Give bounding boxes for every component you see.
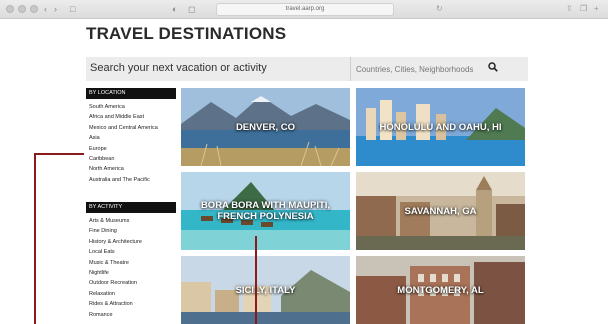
activity-filter-header: By Activity [86,202,176,213]
callout-line-horizontal [34,153,84,155]
destination-name: SAVANNAH, GA [404,205,477,217]
location-filter-list: South America Africa and Middle East Mex… [86,102,178,185]
reload-icon[interactable]: ↻ [436,3,443,15]
activity-item-history-architecture[interactable]: History & Architecture [86,237,178,247]
search-bar: Search your next vacation or activity [86,57,528,81]
destination-tile-honolulu[interactable]: HONOLULU AND OAHU, HI [356,88,525,166]
destination-tile-bora-bora[interactable]: BORA BORA WITH MAUPITI, FRENCH POLYNESIA [181,172,350,250]
destination-name: HONOLULU AND OAHU, HI [379,121,502,133]
location-item-caribbean[interactable]: Caribbean [86,154,178,164]
address-bar[interactable]: travel.aarp.org [216,3,394,16]
browser-toolbar: ‹ › □ ◐ ◻ travel.aarp.org ↻ ⇧ ❐ + [0,0,608,19]
activity-item-fine-dining[interactable]: Fine Dining [86,226,178,236]
destination-name: DENVER, CO [235,121,296,133]
activity-item-romance[interactable]: Romance [86,310,178,320]
tabs-icon[interactable]: ❐ [580,3,587,15]
sidebar-toggle-icon[interactable]: □ [70,3,75,15]
activity-item-outdoor-recreation[interactable]: Outdoor Recreation [86,278,178,288]
destination-tile-denver[interactable]: DENVER, CO [181,88,350,166]
add-tab-icon[interactable]: + [594,3,599,15]
destination-name: SICILY, ITALY [235,284,296,296]
activity-item-relaxation[interactable]: Relaxation [86,289,178,299]
back-arrow-icon[interactable]: ‹ [44,3,47,15]
location-item-mexico-central-america[interactable]: Mexico and Central America [86,123,178,133]
tab-icon[interactable]: ◻ [188,3,195,15]
search-label: Search your next vacation or activity [90,62,267,74]
minimize-window-button[interactable] [18,5,26,13]
callout-line-vertical-center [255,236,257,324]
destination-tile-montgomery[interactable]: MONTGOMERY, AL [356,256,525,324]
activity-item-nightlife[interactable]: Nightlife [86,268,178,278]
destination-tile-sicily[interactable]: SICILY, ITALY [181,256,350,324]
activity-filter-list: Arts & Museums Fine Dining History & Arc… [86,216,178,320]
location-item-europe[interactable]: Europe [86,144,178,154]
destination-tile-savannah[interactable]: SAVANNAH, GA [356,172,525,250]
callout-line-vertical-left [34,153,36,324]
location-item-africa-middle-east[interactable]: Africa and Middle East [86,112,178,122]
forward-arrow-icon[interactable]: › [54,3,57,15]
destination-name: MONTGOMERY, AL [397,284,484,296]
location-item-north-america[interactable]: North America [86,164,178,174]
location-item-south-america[interactable]: South America [86,102,178,112]
location-item-australia-pacific[interactable]: Australia and The Pacific [86,175,178,185]
maximize-window-button[interactable] [30,5,38,13]
activity-item-rides-attraction[interactable]: Rides & Attraction [86,299,178,309]
shield-icon[interactable]: ◐ [172,3,177,15]
search-icon[interactable] [488,62,498,72]
share-icon[interactable]: ⇧ [566,3,573,15]
activity-item-music-theatre[interactable]: Music & Theatre [86,258,178,268]
location-filter-header: By Location [86,88,176,99]
destination-name: BORA BORA WITH MAUPITI, FRENCH POLYNESIA [200,200,331,222]
search-input[interactable] [350,57,490,81]
close-window-button[interactable] [6,5,14,13]
activity-item-local-eats[interactable]: Local Eats [86,247,178,257]
window-controls [6,5,38,13]
activity-item-arts-museums[interactable]: Arts & Museums [86,216,178,226]
location-item-asia[interactable]: Asia [86,133,178,143]
address-text: travel.aarp.org [285,6,325,12]
page-title: TRAVEL DESTINATIONS [86,24,287,43]
